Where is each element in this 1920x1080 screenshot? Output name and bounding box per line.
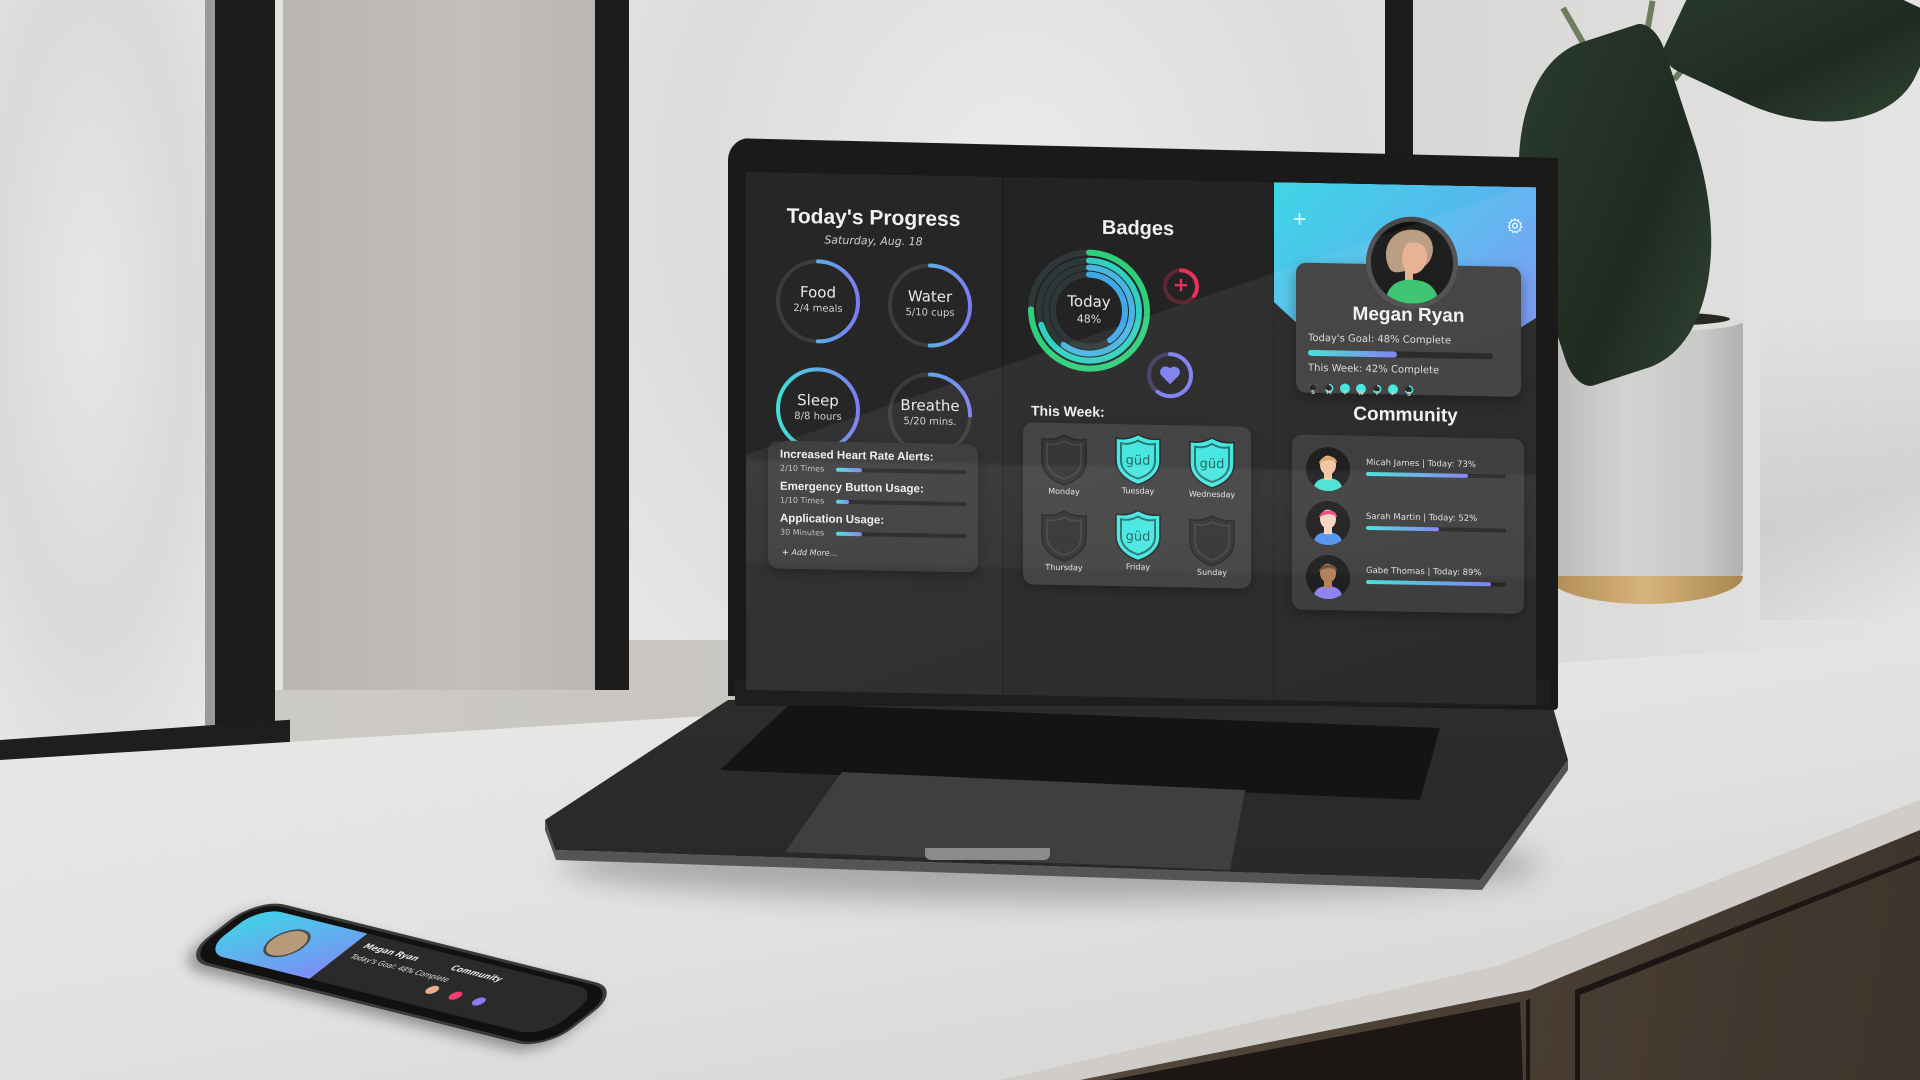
lid-notch (925, 848, 1050, 860)
phone-member-avatar (445, 990, 466, 1001)
phone-member-avatar (422, 984, 443, 995)
wall-shadow (1760, 320, 1920, 620)
wall-pillar (283, 0, 595, 690)
window-right-frame (595, 0, 629, 690)
window-left-sill (275, 0, 283, 690)
app-screen: Today's Progress Saturday, Aug. 18 Food … (746, 172, 1536, 706)
window-left (0, 0, 230, 760)
screen-reflection (746, 172, 1536, 706)
phone-member-avatar (468, 996, 489, 1007)
window-right-frame-side (1385, 0, 1413, 170)
phone-community-title: Community (447, 963, 507, 984)
window-left-frame (215, 0, 275, 770)
